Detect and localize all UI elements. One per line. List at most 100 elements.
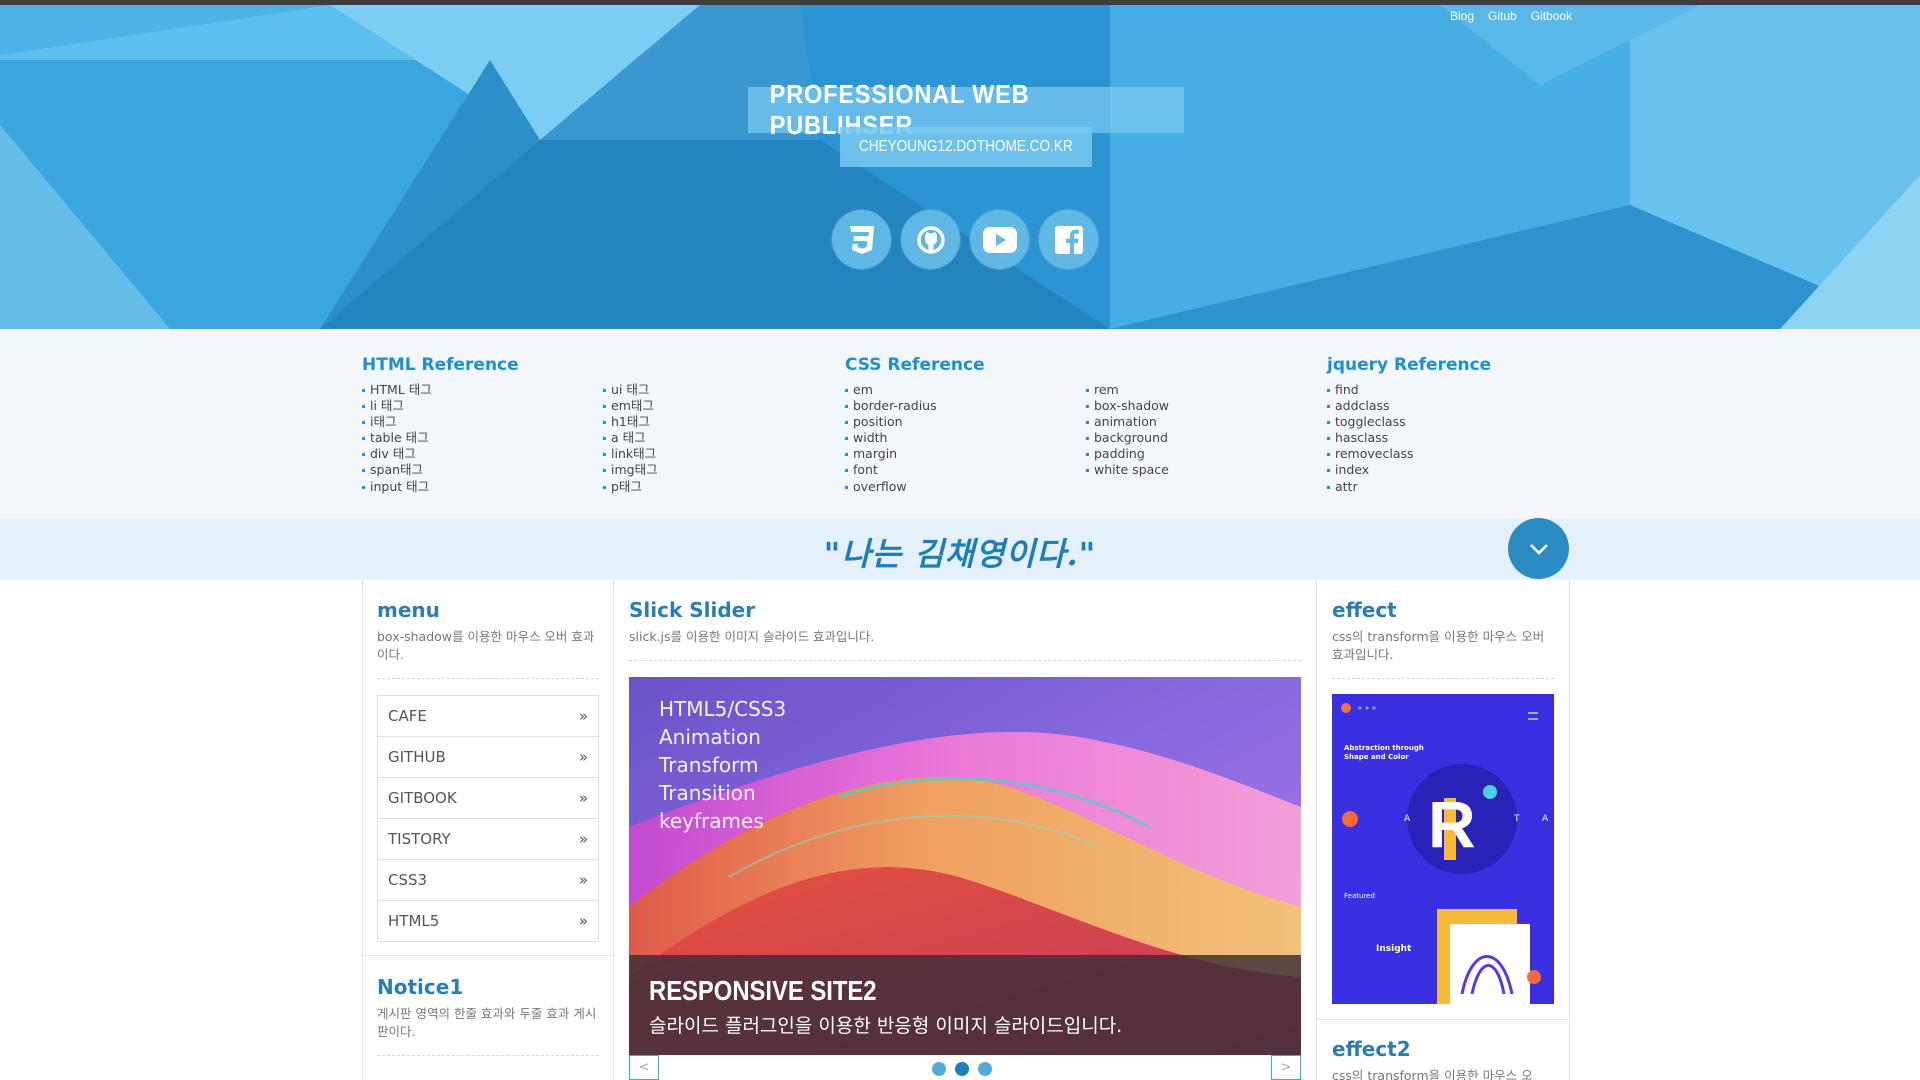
list-item[interactable]: i태그 xyxy=(362,414,432,430)
divider xyxy=(377,678,599,679)
css-reference-title: CSS Reference xyxy=(845,355,985,375)
list-item[interactable]: removeclass xyxy=(1327,446,1414,462)
notice-title: Notice1 xyxy=(377,975,464,999)
list-item[interactable]: div 태그 xyxy=(362,446,432,462)
menu-item-gitbook[interactable]: GITBOOK » xyxy=(377,778,599,819)
double-chevron-right-icon: » xyxy=(578,707,588,725)
slider-next-button[interactable]: > xyxy=(1271,1055,1301,1080)
effect2-desc: css의 transform을 이용한 마우스 오 xyxy=(1332,1068,1533,1080)
effect-card-insight: Insight xyxy=(1376,944,1412,954)
image-slider[interactable]: HTML5/CSS3 Animation Transform Transitio… xyxy=(629,677,1301,1055)
css-reference: CSS Reference xyxy=(845,355,985,378)
css-reference-list-2: rem box-shadow animation background padd… xyxy=(1086,382,1169,479)
slider-dots xyxy=(932,1062,992,1076)
effect-image-card[interactable]: Abstraction through Shape and Color R A … xyxy=(1332,694,1554,1004)
effect-card-heading: Abstraction through Shape and Color xyxy=(1344,744,1424,761)
top-link-github[interactable]: Gitub xyxy=(1488,9,1517,23)
site-subtitle: CHEYOUNG12.DOTHOME.CO.KR xyxy=(859,138,1073,155)
list-item[interactable]: ui 태그 xyxy=(603,382,658,398)
menu-item-html5[interactable]: HTML5 » xyxy=(377,901,599,942)
list-item[interactable]: li 태그 xyxy=(362,398,432,414)
list-item[interactable]: animation xyxy=(1086,414,1169,430)
list-item[interactable]: em태그 xyxy=(603,398,658,414)
effect-card-letter: R xyxy=(1428,787,1476,861)
slide-text-line: Animation xyxy=(659,725,761,749)
jquery-reference-title: jquery Reference xyxy=(1327,355,1492,375)
list-item[interactable]: toggleclass xyxy=(1327,414,1414,430)
list-item[interactable]: font xyxy=(845,462,937,478)
list-item[interactable]: position xyxy=(845,414,937,430)
list-item[interactable]: width xyxy=(845,430,937,446)
html-reference-title: HTML Reference xyxy=(362,355,519,375)
css3-icon[interactable] xyxy=(832,210,891,269)
css-reference-list-1: em border-radius position width margin f… xyxy=(845,382,937,495)
effect-desc: css의 transform을 이용한 마우스 오버효과입니다. xyxy=(1332,629,1545,662)
top-link-blog[interactable]: Blog xyxy=(1450,9,1474,23)
list-item[interactable]: find xyxy=(1327,382,1414,398)
list-item[interactable]: padding xyxy=(1086,446,1169,462)
list-item[interactable]: white space xyxy=(1086,462,1169,478)
list-item[interactable]: overflow xyxy=(845,479,937,495)
list-item[interactable]: border-radius xyxy=(845,398,937,414)
top-links: Blog Gitub Gitbook xyxy=(1450,9,1572,23)
header-polygon-background xyxy=(0,5,1920,329)
list-item[interactable]: addclass xyxy=(1327,398,1414,414)
double-chevron-right-icon: » xyxy=(578,748,588,766)
effect-title: effect xyxy=(1332,598,1397,622)
top-link-gitbook[interactable]: Gitbook xyxy=(1531,9,1572,23)
slider-dot[interactable] xyxy=(978,1062,992,1076)
list-item[interactable]: p태그 xyxy=(603,479,658,495)
site-subtitle-box: CHEYOUNG12.DOTHOME.CO.KR xyxy=(840,127,1092,167)
html-reference-list-2: ui 태그 em태그 h1태그 a 태그 link태그 img태그 p태그 xyxy=(603,382,658,495)
effect-card-side-3: A xyxy=(1542,814,1549,824)
list-item[interactable]: rem xyxy=(1086,382,1169,398)
list-item[interactable]: table 태그 xyxy=(362,430,432,446)
effect-card-side-1: A xyxy=(1404,814,1411,824)
reference-section: HTML Reference HTML 태그 li 태그 i태그 table 태… xyxy=(0,329,1920,519)
html-reference: HTML Reference xyxy=(362,355,519,378)
facebook-icon[interactable] xyxy=(1039,210,1098,269)
slider-dot[interactable] xyxy=(932,1062,946,1076)
menu-list: CAFE » GITHUB » GITBOOK » TISTORY » CSS3 » HT… xyxy=(377,695,599,942)
list-item[interactable]: img태그 xyxy=(603,462,658,478)
slide-caption-desc: 슬라이드 플러그인을 이용한 반응형 이미지 슬라이드입니다. xyxy=(649,1015,1123,1037)
youtube-icon[interactable] xyxy=(970,210,1029,269)
quote-text: "나는 김채영이다." xyxy=(823,535,1097,573)
column-divider xyxy=(613,580,614,1080)
menu-item-css3[interactable]: CSS3 » xyxy=(377,860,599,901)
slider-prev-button[interactable]: < xyxy=(629,1055,659,1080)
menu-item-cafe[interactable]: CAFE » xyxy=(377,696,599,737)
list-item[interactable]: hasclass xyxy=(1327,430,1414,446)
list-item[interactable]: box-shadow xyxy=(1086,398,1169,414)
slide-text: HTML5/CSS3 Animation Transform Transitio… xyxy=(659,695,786,835)
slider-dot-active[interactable] xyxy=(955,1062,969,1076)
list-item[interactable]: h1태그 xyxy=(603,414,658,430)
github-icon[interactable] xyxy=(901,210,960,269)
effect2-title: effect2 xyxy=(1332,1037,1411,1061)
list-item[interactable]: input 태그 xyxy=(362,479,432,495)
slide-text-line: keyframes xyxy=(659,809,764,833)
list-item[interactable]: index xyxy=(1327,462,1414,478)
divider xyxy=(1332,678,1554,679)
menu-title: menu xyxy=(377,598,440,622)
list-item[interactable]: span태그 xyxy=(362,462,432,478)
slide-caption-title: RESPONSIVE SITE2 xyxy=(649,975,877,1006)
menu-item-label: CSS3 xyxy=(388,871,428,889)
menu-item-tistory[interactable]: TISTORY » xyxy=(377,819,599,860)
scroll-down-button[interactable] xyxy=(1508,518,1569,579)
list-item[interactable]: HTML 태그 xyxy=(362,382,432,398)
menu-item-label: HTML5 xyxy=(388,912,440,930)
section-divider xyxy=(1316,1019,1570,1020)
list-item[interactable]: em xyxy=(845,382,937,398)
slider-desc: slick.js를 이용한 이미지 슬라이드 효과입니다. xyxy=(629,629,875,644)
list-item[interactable]: a 태그 xyxy=(603,430,658,446)
list-item[interactable]: margin xyxy=(845,446,937,462)
list-item[interactable]: link태그 xyxy=(603,446,658,462)
slide-text-line: Transform xyxy=(659,753,759,777)
jquery-reference: jquery Reference xyxy=(1327,355,1491,378)
double-chevron-right-icon: » xyxy=(578,830,588,848)
site-header: Blog Gitub Gitbook PROFESSIONAL WEB PUBL… xyxy=(0,5,1920,329)
list-item[interactable]: attr xyxy=(1327,479,1414,495)
list-item[interactable]: background xyxy=(1086,430,1169,446)
menu-item-github[interactable]: GITHUB » xyxy=(377,737,599,778)
